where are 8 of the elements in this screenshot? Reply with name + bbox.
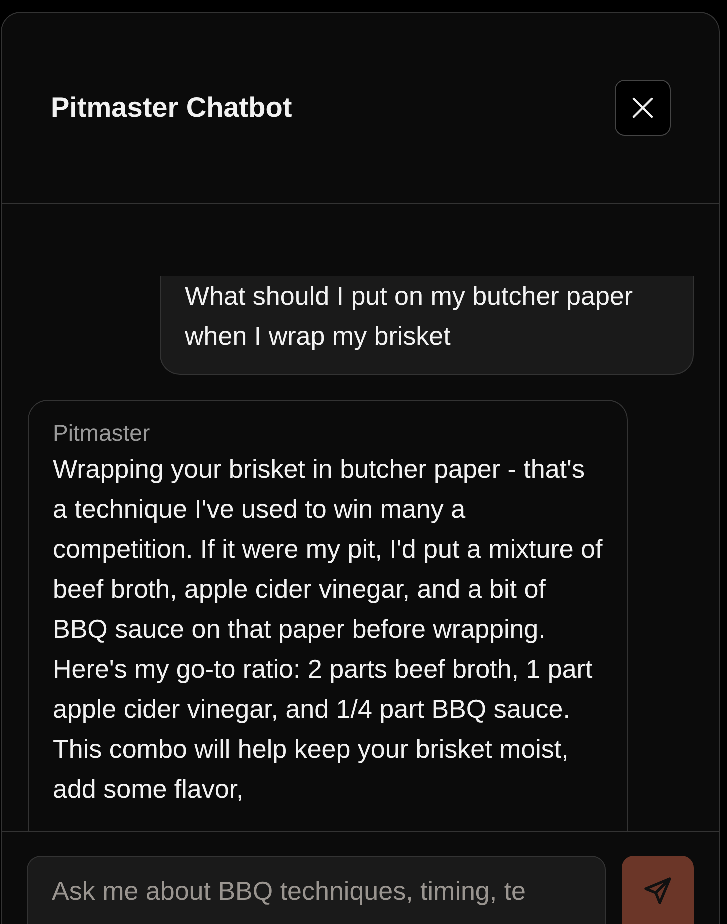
sender-name: Pitmaster (53, 419, 152, 447)
window-title: Pitmaster Chatbot (51, 92, 292, 124)
message-input-field[interactable]: Ask me about BBQ techniques, timing, te (27, 856, 606, 924)
bot-message-text: Wrapping your brisket in butcher paper - that's a technique I've used to win many a competition. If it were my pit, I'd put a mixture of beef broth, apple cider vinegar, and a bit of BBQ sauce on that paper before wrapping. Here's my go-to ratio: 2 parts beef broth, 1 part apple cider vinegar, and 1/4 part BBQ sauce. This combo will help keep your brisket moist, add some flavor, (53, 453, 603, 806)
close-icon (632, 97, 654, 119)
user-message: What should I put on my butcher paper when I wrap my brisket (160, 276, 694, 375)
send-icon (642, 875, 674, 907)
close-button[interactable] (615, 80, 671, 136)
